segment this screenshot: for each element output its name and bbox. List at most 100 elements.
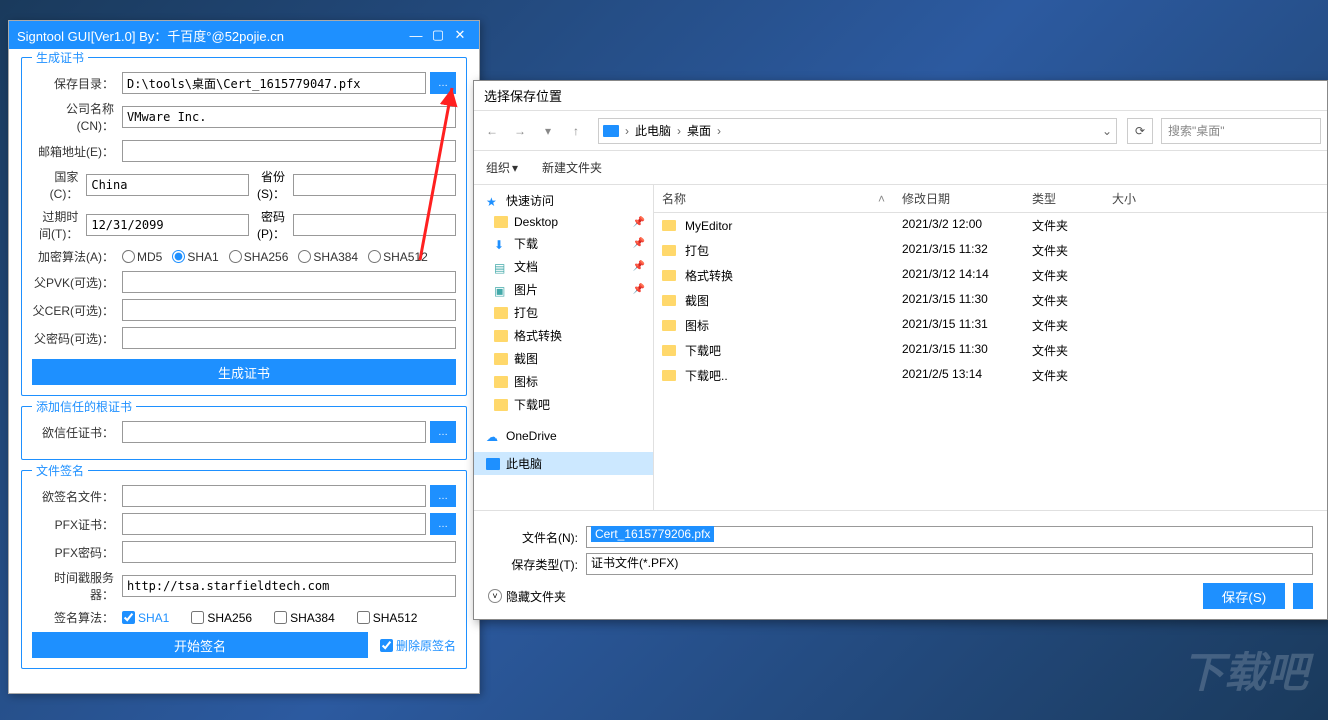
input-password[interactable] (293, 214, 456, 236)
input-save-dir[interactable] (122, 72, 426, 94)
file-row[interactable]: 打包2021/3/15 11:32文件夹 (654, 238, 1327, 263)
nav-recent-icon[interactable]: ▾ (536, 119, 560, 143)
col-size[interactable]: 大小 (1104, 185, 1184, 212)
organize-button[interactable]: 组织 ▾ (486, 159, 518, 176)
label-province: 省份(S)： (253, 168, 289, 202)
radio-sha384[interactable]: SHA384 (298, 250, 358, 264)
hide-folders-toggle[interactable]: ˅隐藏文件夹 (488, 588, 566, 605)
label-parent-cer: 父CER(可选)： (32, 302, 118, 319)
sidebar-item-dabao[interactable]: 打包 (474, 301, 653, 324)
input-pfx-pwd[interactable] (122, 541, 456, 563)
chevron-right-icon: › (717, 124, 721, 138)
sidebar-item-downloads[interactable]: ⬇下载📌 (474, 232, 653, 255)
input-timestamp[interactable] (122, 575, 456, 597)
sidebar-item-xiazaiba[interactable]: 下载吧 (474, 393, 653, 416)
checkbox-sha384[interactable]: SHA384 (274, 611, 335, 625)
save-nav: ← → ▾ ↑ › 此电脑 › 桌面 › ⌄ ⟳ 搜索"桌面" (474, 111, 1327, 151)
save-toolbar: 组织 ▾ 新建文件夹 (474, 151, 1327, 185)
checkbox-sha1[interactable]: SHA1 (122, 611, 169, 625)
input-sign-file[interactable] (122, 485, 426, 507)
input-trust-cert[interactable] (122, 421, 426, 443)
input-email[interactable] (122, 140, 456, 162)
nav-up-icon[interactable]: ↑ (564, 119, 588, 143)
sidebar-item-geshi[interactable]: 格式转换 (474, 324, 653, 347)
save-button[interactable]: 保存(S) (1203, 583, 1285, 609)
label-algo: 加密算法(A)： (32, 248, 118, 265)
search-input[interactable]: 搜索"桌面" (1161, 118, 1321, 144)
chevron-icon: ˅ (488, 589, 502, 603)
sidebar-item-documents[interactable]: ▤文档📌 (474, 255, 653, 278)
breadcrumb-dropdown-icon[interactable]: ⌄ (1102, 124, 1112, 138)
minimize-button[interactable]: — (405, 25, 427, 45)
checkbox-sha256[interactable]: SHA256 (191, 611, 252, 625)
checkbox-delete-old[interactable]: 删除原签名 (380, 637, 456, 654)
file-row[interactable]: 下载吧2021/3/15 11:30文件夹 (654, 338, 1327, 363)
col-name[interactable]: 名称 ˄ (654, 185, 894, 212)
radio-sha256[interactable]: SHA256 (229, 250, 289, 264)
browse-sign-file-button[interactable]: … (430, 485, 456, 507)
sidebar-item-jietu[interactable]: 截图 (474, 347, 653, 370)
sidebar-this-pc[interactable]: 此电脑 (474, 452, 653, 475)
new-folder-button[interactable]: 新建文件夹 (542, 159, 602, 176)
file-row[interactable]: 格式转换2021/3/12 14:14文件夹 (654, 263, 1327, 288)
folder-icon (494, 307, 508, 319)
input-parent-pwd[interactable] (122, 327, 456, 349)
sidebar-item-tubiao[interactable]: 图标 (474, 370, 653, 393)
label-expire: 过期时间(T)： (32, 208, 82, 242)
signtool-titlebar[interactable]: Signtool GUI[Ver1.0] By：千百度°@52pojie.cn … (9, 21, 479, 49)
breadcrumb-desktop[interactable]: 桌面 (687, 122, 711, 139)
star-icon: ★ (486, 195, 500, 207)
sidebar-item-desktop[interactable]: Desktop📌 (474, 212, 653, 232)
file-row[interactable]: 下载吧..2021/2/5 13:14文件夹 (654, 363, 1327, 388)
input-parent-pvk[interactable] (122, 271, 456, 293)
input-filename[interactable]: Cert_1615779206.pfx (586, 526, 1313, 548)
signtool-window: Signtool GUI[Ver1.0] By：千百度°@52pojie.cn … (8, 20, 480, 694)
label-timestamp: 时间戳服务器： (32, 569, 118, 603)
input-parent-cer[interactable] (122, 299, 456, 321)
input-province[interactable] (293, 174, 456, 196)
folder-icon (662, 320, 676, 331)
generate-cert-button[interactable]: 生成证书 (32, 359, 456, 385)
radio-sha1[interactable]: SHA1 (172, 250, 218, 264)
sidebar-onedrive[interactable]: ☁OneDrive (474, 426, 653, 446)
label-parent-pwd: 父密码(可选)： (32, 330, 118, 347)
cancel-button[interactable] (1293, 583, 1313, 609)
groupbox-trust: 添加信任的根证书 欲信任证书： … (21, 406, 467, 460)
col-date[interactable]: 修改日期 (894, 185, 1024, 212)
groupbox-sign: 文件签名 欲签名文件： … PFX证书： … PFX密码： 时间戳服务器： 签名… (21, 470, 467, 669)
input-country[interactable] (86, 174, 249, 196)
label-sign-file: 欲签名文件： (32, 488, 118, 505)
nav-forward-icon[interactable]: → (508, 119, 532, 143)
maximize-button[interactable]: ▢ (427, 25, 449, 45)
close-button[interactable]: ✕ (449, 25, 471, 45)
browse-trust-button[interactable]: … (430, 421, 456, 443)
save-dialog-titlebar[interactable]: 选择保存位置 (474, 81, 1327, 111)
browse-save-dir-button[interactable]: … (430, 72, 456, 94)
folder-icon (662, 220, 676, 231)
label-save-dir: 保存目录： (32, 75, 118, 92)
folder-icon (494, 353, 508, 365)
input-expire[interactable] (86, 214, 249, 236)
select-filetype[interactable]: 证书文件(*.PFX) (586, 553, 1313, 575)
breadcrumb[interactable]: › 此电脑 › 桌面 › ⌄ (598, 118, 1117, 144)
radio-md5[interactable]: MD5 (122, 250, 162, 264)
sidebar-item-pictures[interactable]: ▣图片📌 (474, 278, 653, 301)
breadcrumb-pc[interactable]: 此电脑 (635, 122, 671, 139)
nav-back-icon[interactable]: ← (480, 119, 504, 143)
label-pfx: PFX证书： (32, 516, 118, 533)
input-pfx[interactable] (122, 513, 426, 535)
file-row[interactable]: 图标2021/3/15 11:31文件夹 (654, 313, 1327, 338)
col-type[interactable]: 类型 (1024, 185, 1104, 212)
file-row[interactable]: 截图2021/3/15 11:30文件夹 (654, 288, 1327, 313)
file-row[interactable]: MyEditor2021/3/2 12:00文件夹 (654, 213, 1327, 238)
refresh-button[interactable]: ⟳ (1127, 118, 1153, 144)
input-company[interactable] (122, 106, 456, 128)
file-list-header: 名称 ˄ 修改日期 类型 大小 (654, 185, 1327, 213)
browse-pfx-button[interactable]: … (430, 513, 456, 535)
pin-icon: 📌 (633, 284, 645, 295)
pin-icon: 📌 (633, 238, 645, 249)
checkbox-sha512[interactable]: SHA512 (357, 611, 418, 625)
radio-sha512[interactable]: SHA512 (368, 250, 428, 264)
start-sign-button[interactable]: 开始签名 (32, 632, 368, 658)
sidebar-quick-access[interactable]: ★快速访问 (474, 189, 653, 212)
